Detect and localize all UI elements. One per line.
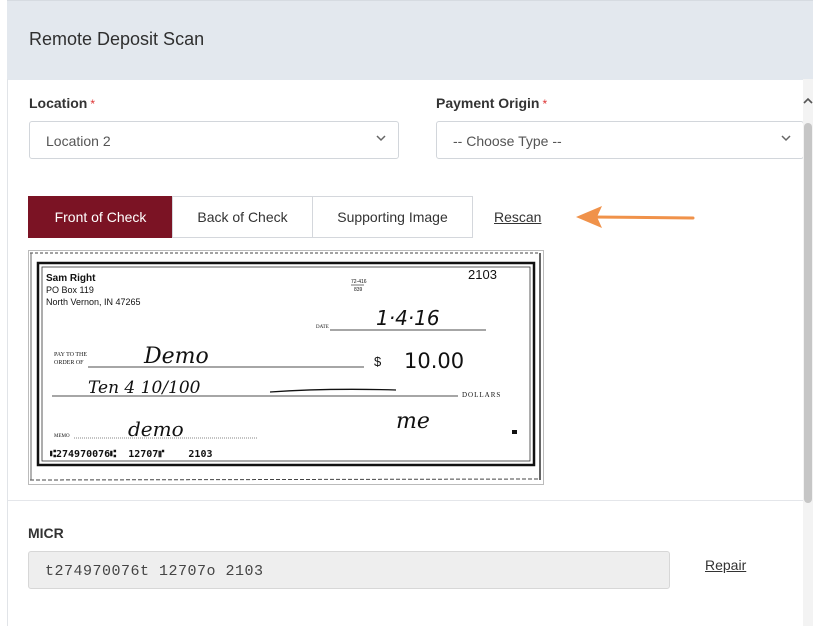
section-divider: [8, 500, 803, 501]
check-payee: Demo: [143, 344, 209, 369]
rescan-link[interactable]: Rescan: [494, 209, 541, 225]
payment-origin-select-value: -- Choose Type --: [453, 133, 562, 149]
scrollbar-thumb[interactable]: [804, 123, 812, 503]
check-micr-line: ⑆274970076⑆ 12707⑈ 2103: [50, 449, 213, 460]
check-payto-label-1: PAY TO THE: [54, 352, 87, 358]
check-dollar-sign: $: [374, 354, 382, 369]
check-memo-label: MEMO: [54, 434, 70, 439]
location-select-value: Location 2: [46, 133, 111, 149]
check-image: Sam Right PO Box 119 North Vernon, IN 47…: [28, 250, 544, 485]
scroll-up-icon[interactable]: [803, 96, 813, 106]
payment-origin-select[interactable]: -- Choose Type --: [436, 121, 804, 159]
check-routing-fraction-bottom: 839: [354, 287, 363, 293]
required-mark: *: [90, 97, 96, 111]
tab-front-of-check[interactable]: Front of Check: [28, 196, 173, 238]
check-payto-label-2: ORDER OF: [54, 360, 84, 366]
check-dollars-label: DOLLARS: [462, 391, 501, 399]
location-label: Location *: [29, 95, 95, 111]
micr-field[interactable]: t274970076t 12707o 2103: [28, 551, 670, 589]
check-number: 2103: [468, 267, 497, 282]
micr-label: MICR: [28, 525, 64, 541]
chevron-down-icon: [781, 135, 791, 142]
check-image-svg: Sam Right PO Box 119 North Vernon, IN 47…: [28, 250, 544, 485]
location-select[interactable]: Location 2: [29, 121, 399, 159]
repair-link[interactable]: Repair: [705, 557, 746, 573]
check-signature: me: [396, 409, 430, 434]
required-mark: *: [542, 97, 548, 111]
panel-border: [7, 79, 8, 626]
micr-value: t274970076t 12707o 2103: [45, 563, 264, 580]
orange-arrow-icon: [576, 206, 695, 228]
check-date: 1·4·16: [376, 306, 440, 330]
check-name: Sam Right: [46, 273, 96, 284]
tab-supporting-image[interactable]: Supporting Image: [312, 196, 473, 238]
payment-origin-label: Payment Origin *: [436, 95, 547, 111]
panel-header: Remote Deposit Scan: [7, 0, 813, 80]
chevron-down-icon: [376, 135, 386, 142]
check-written-amount: Ten 4 10/100: [88, 378, 201, 398]
location-label-text: Location: [29, 95, 88, 111]
payment-origin-label-text: Payment Origin: [436, 95, 540, 111]
check-date-label: DATE: [316, 325, 329, 330]
check-address-line-1: PO Box 119: [46, 285, 94, 295]
check-memo: demo: [128, 417, 184, 441]
tab-back-of-check[interactable]: Back of Check: [172, 196, 313, 238]
check-amount: 10.00: [404, 349, 464, 373]
check-address-line-2: North Vernon, IN 47265: [46, 297, 141, 307]
check-routing-fraction-top: 72-416: [351, 279, 367, 285]
page-title: Remote Deposit Scan: [29, 29, 205, 49]
